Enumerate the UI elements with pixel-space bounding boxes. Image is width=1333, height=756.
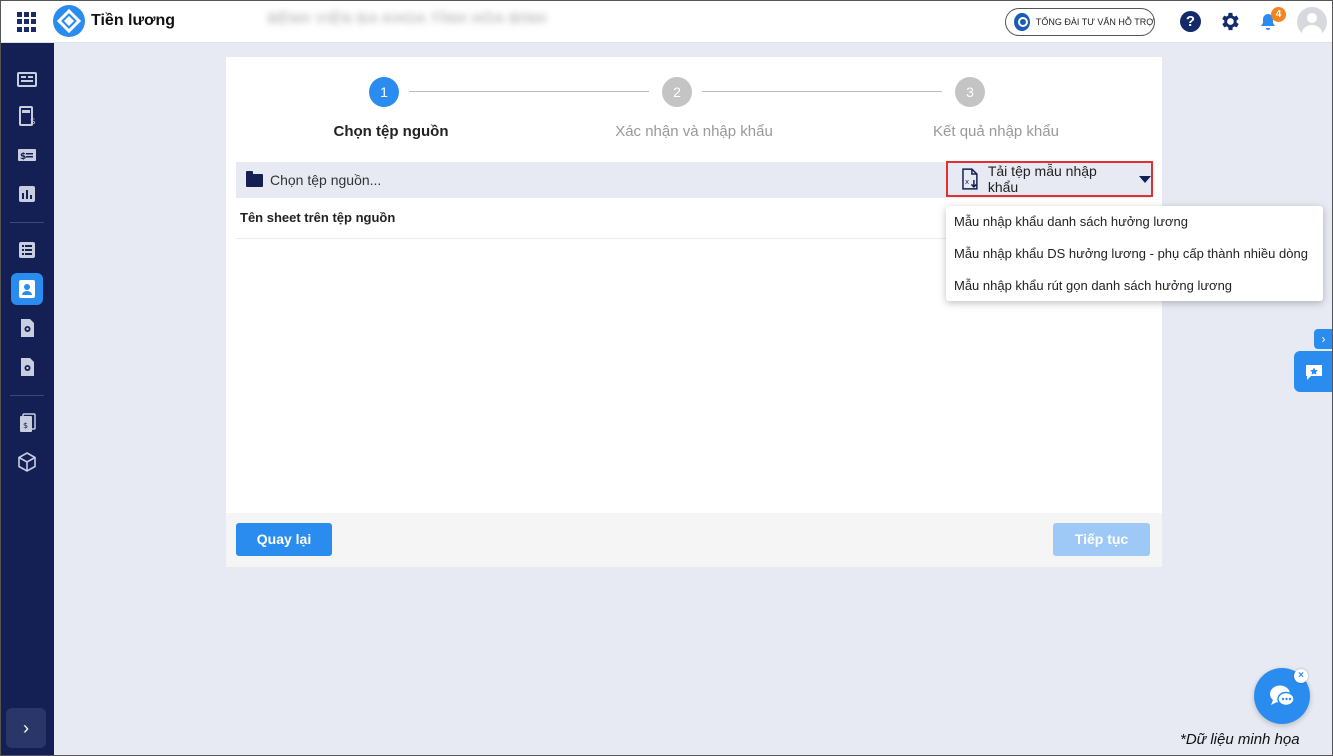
apps-grid-icon[interactable] [17,12,37,32]
svg-text:$: $ [30,117,36,126]
caret-down-icon [1139,175,1151,183]
finance-ledger-icon[interactable]: $ [11,407,43,439]
avatar[interactable] [1297,7,1327,37]
template-dropdown-menu: Mẫu nhập khẩu danh sách hưởng lương Mẫu … [946,206,1323,301]
wizard-footer: Quay lại Tiếp tục [226,513,1162,567]
notification-badge: 4 [1271,7,1286,22]
svg-text:x: x [965,178,969,186]
chat-close-icon[interactable]: × [1294,669,1308,683]
package-box-icon[interactable] [11,446,43,478]
right-panel-toggle[interactable]: › [1314,329,1333,349]
svg-text:$: $ [20,152,26,162]
sidebar-expand-button[interactable]: › [6,708,46,748]
svg-text:$: $ [23,421,28,430]
gear-icon[interactable] [1218,10,1241,33]
dropdown-item[interactable]: Mẫu nhập khẩu danh sách hưởng lương [954,214,1188,229]
help-icon[interactable]: ? [1180,11,1201,32]
logo-icon [53,5,85,37]
report-chart-icon[interactable] [11,178,43,210]
sheet-name-label: Tên sheet trên tệp nguồn [240,210,396,225]
feedback-button[interactable] [1294,351,1333,392]
step-3-circle: 3 [955,77,985,107]
folder-icon [246,171,263,187]
file-picker-placeholder[interactable]: Chọn tệp nguồn... [270,172,381,188]
dropdown-item[interactable]: Mẫu nhập khẩu rút gọn danh sách hưởng lư… [954,278,1232,293]
step-2-label: Xác nhận và nhập khẩu [615,123,773,140]
back-button[interactable]: Quay lại [236,523,332,556]
dashboard-icon[interactable] [11,64,43,96]
step-2-circle: 2 [662,77,692,107]
import-wizard-card: 1 2 3 Chọn tệp nguồn Xác nhận và nhập kh… [226,57,1162,567]
list-icon[interactable] [11,234,43,266]
settings-document-icon[interactable] [11,312,43,344]
top-bar: Tiền lương BỆNH VIỆN ĐA KHOA TỈNH HÒA BÌ… [0,0,1333,43]
step-3-label: Kết quả nhập khẩu [933,123,1059,140]
excel-file-icon: x [962,168,978,190]
step-1-circle: 1 [369,77,399,107]
step-1-label: Chọn tệp nguồn [333,123,449,140]
sidebar-divider [10,222,44,223]
chat-icon [1270,685,1295,707]
demo-data-watermark: *Dữ liệu minh họa [1180,731,1300,748]
download-template-label: Tải tệp mẫu nhập khẩu [987,163,1097,195]
hotline-button[interactable]: TỔNG ĐÀI TƯ VẤN HỖ TRỢ [1005,8,1155,36]
dropdown-item[interactable]: Mẫu nhập khẩu DS hưởng lương - phụ cấp t… [954,246,1308,261]
step-connector [702,91,942,92]
feedback-icon [1305,364,1322,380]
app-title: Tiền lương [91,12,175,29]
organization-name: BỆNH VIỆN ĐA KHOA TỈNH HÒA BÌNH [268,10,547,26]
employee-profile-icon[interactable] [11,273,43,305]
sidebar: $ $ $ › [0,43,54,756]
step-connector [409,91,649,92]
phone-icon [1014,13,1030,31]
salary-card-icon[interactable]: $ [11,139,43,171]
sidebar-divider [10,395,44,396]
config-document-icon[interactable] [11,351,43,383]
next-button[interactable]: Tiếp tục [1053,523,1150,556]
download-template-button[interactable]: x Tải tệp mẫu nhập khẩu [946,161,1153,197]
payroll-calculator-icon[interactable]: $ [11,100,43,132]
hotline-label: TỔNG ĐÀI TƯ VẤN HỖ TRỢ [1035,17,1154,27]
